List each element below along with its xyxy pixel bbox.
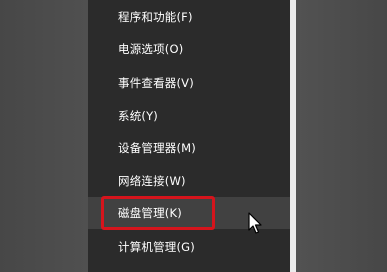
- menu-item-label: 网络连接(W): [118, 174, 186, 188]
- mouse-pointer-icon: [248, 212, 262, 234]
- menu-item-label: 设备管理器(M): [118, 141, 196, 155]
- menu-item-label: 计算机管理(G): [118, 240, 195, 254]
- menu-item-label: 事件查看器(V): [118, 76, 194, 90]
- menu-item-label: 程序和功能(F): [118, 10, 193, 24]
- desktop-background-right: [296, 0, 387, 272]
- highlight-annotation-box: [101, 196, 215, 230]
- menu-item-label: 电源选项(O): [118, 42, 184, 56]
- menu-item-device-manager[interactable]: 设备管理器(M): [88, 132, 290, 164]
- desktop-background-left: [0, 0, 88, 272]
- menu-item-power-options[interactable]: 电源选项(O): [88, 33, 290, 65]
- menu-item-label: 系统(Y): [118, 109, 158, 123]
- menu-item-network-connections[interactable]: 网络连接(W): [88, 165, 290, 197]
- menu-item-system[interactable]: 系统(Y): [88, 100, 290, 132]
- menu-item-programs-features[interactable]: 程序和功能(F): [88, 1, 290, 33]
- menu-item-event-viewer[interactable]: 事件查看器(V): [88, 67, 290, 99]
